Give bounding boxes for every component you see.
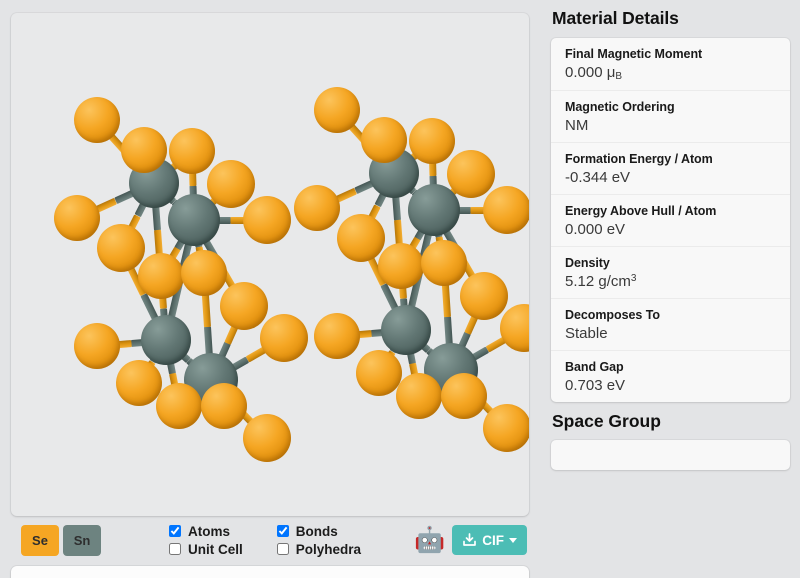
detail-value: Stable (565, 325, 608, 342)
atom-selenium[interactable] (97, 224, 145, 272)
detail-value: 0.703 eV (565, 377, 626, 394)
atom-selenium[interactable] (138, 253, 184, 299)
detail-label: Magnetic Ordering (565, 100, 675, 114)
page-title: Material Details (552, 8, 679, 28)
atom-selenium[interactable] (500, 304, 529, 352)
toggle-label-atoms[interactable]: Atoms (188, 524, 230, 539)
viewer-actions: 🤖 CIF (414, 525, 529, 555)
atom-selenium[interactable] (314, 313, 360, 359)
toggle-row: Polyhedra (276, 541, 361, 558)
toggle-label-unit-cell[interactable]: Unit Cell (188, 542, 243, 557)
material-detail-page: Se Sn Atoms Unit Cell Bonds Polyhedra 🤖 CIF… (0, 0, 800, 578)
toggle-label-polyhedra[interactable]: Polyhedra (296, 542, 361, 557)
atom-selenium[interactable] (378, 243, 424, 289)
atom-selenium[interactable] (441, 373, 487, 419)
atom-selenium[interactable] (396, 373, 442, 419)
detail-value: NM (565, 117, 589, 134)
atom-tin[interactable] (141, 315, 191, 365)
checkbox-bonds[interactable] (276, 525, 289, 537)
toggle-column-right: Bonds Polyhedra (276, 523, 361, 558)
detail-label: Density (565, 256, 610, 270)
atom-selenium[interactable] (156, 383, 202, 429)
atom-selenium[interactable] (220, 282, 268, 330)
material-details-sidebar: Material Details Final Magnetic Moment 0.… (540, 0, 800, 578)
atom-selenium[interactable] (361, 117, 407, 163)
detail-row: Density 5.12 g/cm3 (551, 246, 790, 298)
toggle-row: Bonds (276, 523, 361, 540)
atom-selenium[interactable] (483, 404, 529, 452)
space-group-card (551, 440, 790, 470)
atom-cluster[interactable] (39, 68, 308, 488)
atom-selenium[interactable] (74, 323, 120, 369)
atom-selenium[interactable] (460, 272, 508, 320)
atom-selenium[interactable] (409, 118, 455, 164)
toggle-row: Unit Cell (169, 541, 243, 558)
atom-tin[interactable] (408, 184, 460, 236)
download-icon (462, 533, 477, 547)
atom-selenium[interactable] (121, 127, 167, 173)
atom-tin[interactable] (381, 305, 431, 355)
element-button-tin[interactable]: Sn (63, 524, 101, 556)
checkbox-atoms[interactable] (169, 525, 181, 537)
viewer-toolbar: Se Sn Atoms Unit Cell Bonds Polyhedra 🤖 CIF (11, 521, 529, 559)
display-toggles: Atoms Unit Cell Bonds Polyhedra (169, 523, 361, 558)
detail-label: Formation Energy / Atom (565, 152, 713, 166)
cif-label: CIF (482, 532, 504, 548)
atom-selenium[interactable] (294, 185, 340, 231)
cif-download-button[interactable]: CIF (452, 525, 527, 555)
atom-selenium[interactable] (207, 160, 255, 208)
element-button-selenium[interactable]: Se (21, 524, 59, 556)
atom-selenium[interactable] (447, 150, 495, 198)
next-section-card (11, 566, 529, 578)
material-details-card: Final Magnetic Moment 0.000 μB Magnetic Or… (551, 38, 790, 402)
detail-label: Final Magnetic Moment (565, 47, 703, 61)
atom-selenium[interactable] (169, 128, 215, 174)
detail-row: Final Magnetic Moment 0.000 μB (551, 38, 790, 90)
atom-selenium[interactable] (314, 87, 360, 133)
structure-viewer[interactable] (11, 13, 529, 516)
checkbox-unit-cell[interactable] (169, 543, 181, 555)
detail-row: Energy Above Hull / Atom 0.000 eV (551, 194, 790, 246)
checkbox-polyhedra[interactable] (276, 543, 289, 555)
chevron-down-icon (509, 537, 517, 543)
detail-row: Decomposes To Stable (551, 298, 790, 350)
atom-selenium[interactable] (116, 360, 162, 406)
crystal-structure-scene[interactable] (11, 13, 529, 516)
atom-selenium[interactable] (421, 240, 467, 286)
detail-value: 0.000 eV (565, 221, 626, 238)
detail-label: Decomposes To (565, 308, 660, 322)
atom-selenium[interactable] (356, 350, 402, 396)
atom-selenium[interactable] (337, 214, 385, 262)
toggle-column-left: Atoms Unit Cell (169, 523, 243, 558)
element-legend-buttons[interactable]: Se Sn (21, 524, 101, 556)
detail-label: Energy Above Hull / Atom (565, 204, 717, 218)
detail-value: -0.344 eV (565, 169, 631, 186)
robot-icon[interactable]: 🤖 (414, 527, 445, 553)
detail-row: Magnetic Ordering NM (551, 90, 790, 142)
atom-tin[interactable] (168, 194, 220, 246)
toggle-row: Atoms (169, 523, 243, 540)
atom-selenium[interactable] (201, 383, 247, 429)
space-group-title: Space Group (552, 411, 661, 431)
atom-cluster[interactable] (279, 58, 529, 478)
atom-selenium[interactable] (74, 97, 120, 143)
detail-row: Formation Energy / Atom -0.344 eV (551, 142, 790, 194)
detail-value: 0.000 μB (565, 64, 623, 82)
detail-row: Band Gap 0.703 eV (551, 350, 790, 402)
toggle-label-bonds[interactable]: Bonds (296, 524, 338, 539)
detail-value: 5.12 g/cm3 (565, 273, 637, 290)
atom-selenium[interactable] (54, 195, 100, 241)
detail-label: Band Gap (565, 360, 624, 374)
atom-selenium[interactable] (181, 250, 227, 296)
atom-selenium[interactable] (483, 186, 529, 234)
